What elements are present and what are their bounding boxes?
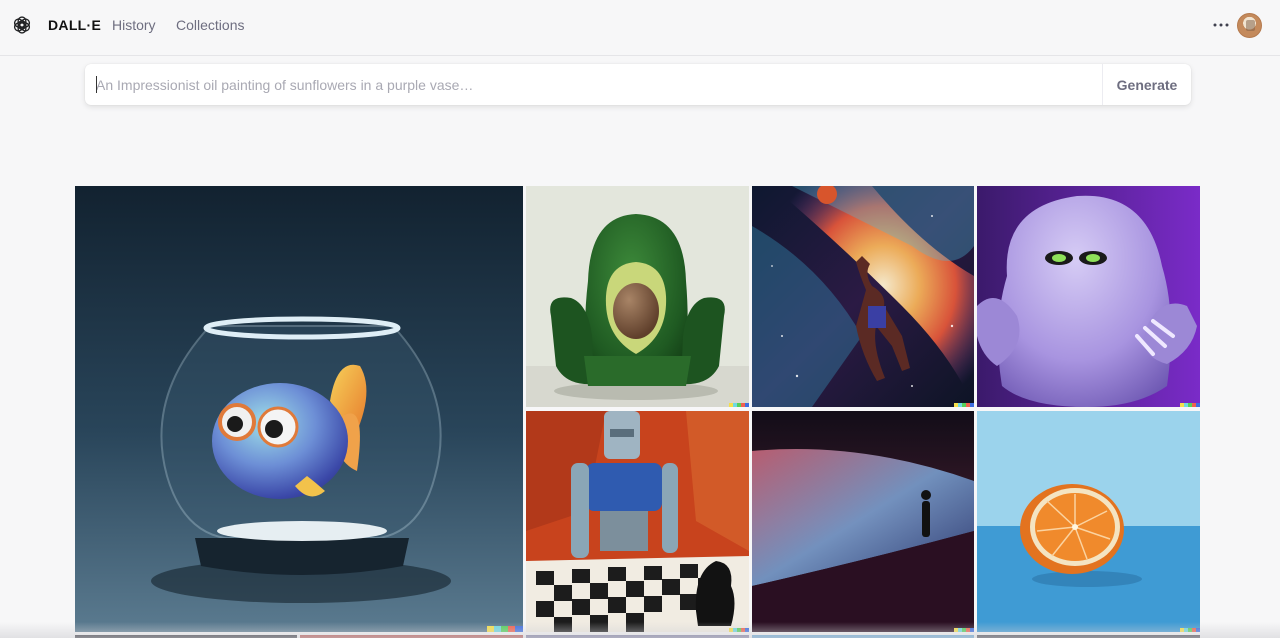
more-horizontal-icon bbox=[1213, 23, 1229, 27]
openai-logo-icon[interactable] bbox=[12, 15, 32, 35]
generate-button[interactable]: Generate bbox=[1103, 64, 1191, 105]
space-basketball-image[interactable] bbox=[752, 186, 974, 407]
top-header: DALL·E History Collections bbox=[0, 0, 1280, 56]
avocado-armchair-image[interactable] bbox=[526, 186, 749, 407]
prompt-bar: Generate bbox=[85, 64, 1191, 105]
nav-history-link[interactable]: History bbox=[112, 17, 156, 33]
prompt-input[interactable] bbox=[85, 64, 1101, 105]
nav-collections-link[interactable]: Collections bbox=[176, 17, 244, 33]
purple-monster-image[interactable] bbox=[977, 186, 1200, 407]
more-options-button[interactable] bbox=[1210, 14, 1232, 36]
brand-title[interactable]: DALL·E bbox=[48, 17, 101, 33]
fish-in-bowl-image[interactable] bbox=[75, 186, 523, 632]
desert-figure-image[interactable] bbox=[752, 411, 974, 632]
text-caret bbox=[96, 76, 97, 93]
user-avatar[interactable] bbox=[1237, 13, 1262, 38]
robot-chess-image[interactable] bbox=[526, 411, 749, 632]
orange-half-image[interactable] bbox=[977, 411, 1200, 632]
